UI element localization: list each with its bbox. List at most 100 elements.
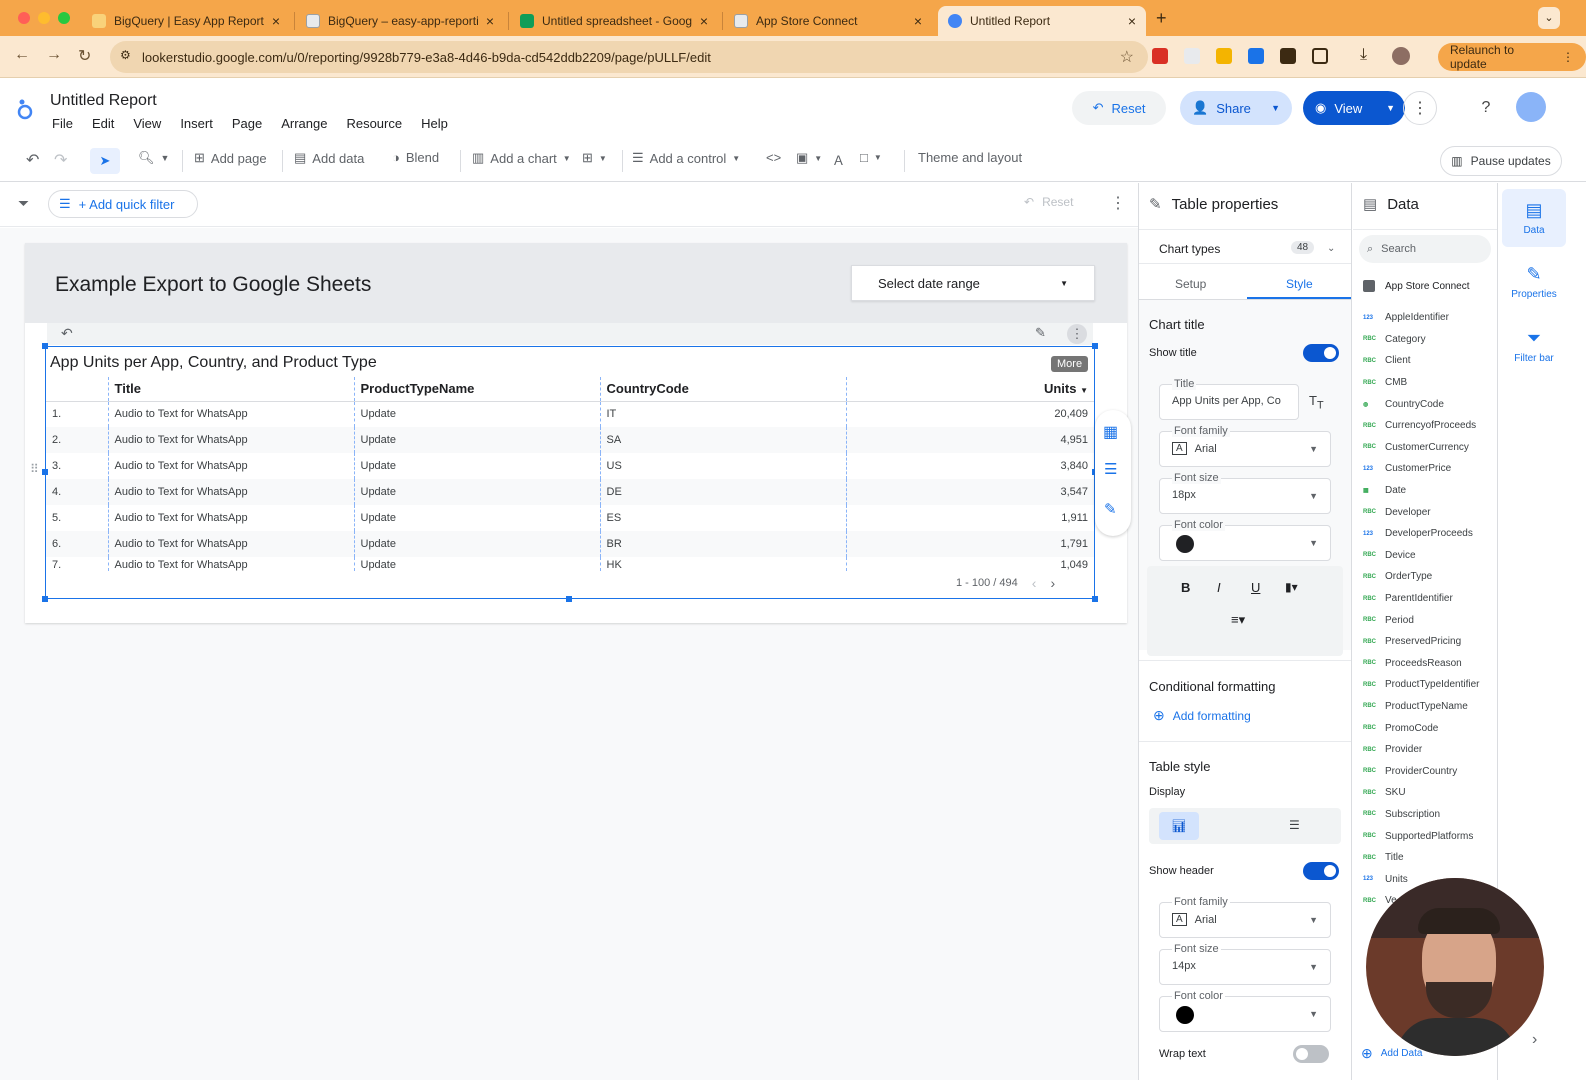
resize-handle[interactable] [1092, 343, 1098, 349]
more-options-button[interactable]: ⋮ [1403, 91, 1437, 125]
browser-tab[interactable]: BigQuery | Easy App Reports × [82, 6, 290, 36]
tab-search-button[interactable]: ⌄ [1538, 7, 1560, 29]
new-tab-button[interactable]: + [1156, 8, 1167, 29]
pause-updates-button[interactable]: ▥ Pause updates [1440, 146, 1562, 176]
browser-tab[interactable]: Untitled spreadsheet - Goog × [510, 6, 718, 36]
filter-icon[interactable]: ⏷ [18, 195, 29, 212]
view-dropdown-icon[interactable]: ▼ [1386, 103, 1395, 113]
account-avatar[interactable] [1516, 92, 1546, 122]
image-button[interactable]: ▣ ▼ [796, 150, 822, 166]
style-brush-icon[interactable]: ✎ [1104, 500, 1117, 518]
zoom-button[interactable]: 🔍︎ ▼ [138, 150, 169, 166]
field-item[interactable]: 123 AppleIdentifier [1363, 307, 1493, 329]
menu-edit[interactable]: Edit [92, 116, 114, 131]
show-header-toggle[interactable] [1303, 862, 1339, 880]
font-size-select[interactable]: Font size 18px ▼ [1159, 472, 1331, 514]
extension-icon[interactable] [1248, 48, 1264, 64]
page-title[interactable]: Example Export to Google Sheets [55, 273, 371, 297]
back-arrow-icon[interactable]: ← [14, 46, 30, 64]
extensions-puzzle-icon[interactable] [1312, 48, 1328, 64]
field-item[interactable]: RBC Category [1363, 329, 1493, 351]
bold-icon[interactable]: B [1181, 580, 1190, 595]
resize-handle[interactable] [566, 596, 572, 602]
rail-filter-bar-button[interactable]: ⏷ Filter bar [1502, 317, 1566, 375]
add-formatting-button[interactable]: ⊕ Add formatting [1153, 707, 1251, 724]
field-item[interactable]: RBC CustomerCurrency [1363, 437, 1493, 459]
field-item[interactable]: 123 CustomerPrice [1363, 458, 1493, 480]
browser-tab[interactable]: App Store Connect × [724, 6, 932, 36]
font-family-select[interactable]: Font family A Arial ▼ [1159, 425, 1331, 467]
field-item[interactable]: RBC PreservedPricing [1363, 631, 1493, 653]
close-window-button[interactable] [18, 12, 30, 24]
column-header-countrycode[interactable]: CountryCode [600, 377, 847, 402]
column-header-units[interactable]: Units ▼ [846, 377, 1094, 402]
add-chart-icon[interactable]: ▦ [1103, 422, 1118, 442]
field-item[interactable]: RBC SKU [1363, 782, 1493, 804]
field-search-input[interactable]: ⌕ Search [1359, 235, 1491, 263]
field-item[interactable]: RBC Developer [1363, 501, 1493, 523]
field-item[interactable]: RBC PromoCode [1363, 717, 1493, 739]
minimize-window-button[interactable] [38, 12, 50, 24]
zoom-window-button[interactable] [58, 12, 70, 24]
field-item[interactable]: RBC Subscription [1363, 804, 1493, 826]
heatmap-mode-icon[interactable]: ☰ [1289, 818, 1300, 832]
extension-icon[interactable] [1184, 48, 1200, 64]
field-item[interactable]: RBC Period [1363, 609, 1493, 631]
chart-types-label[interactable]: Chart types [1159, 242, 1220, 256]
close-icon[interactable]: × [272, 13, 280, 29]
extension-icon[interactable] [1280, 48, 1296, 64]
field-item[interactable]: RBC ProductTypeIdentifier [1363, 674, 1493, 696]
show-title-toggle[interactable] [1303, 344, 1339, 362]
menu-arrange[interactable]: Arrange [281, 116, 327, 131]
bookmark-star-icon[interactable]: ☆ [1120, 47, 1134, 67]
menu-page[interactable]: Page [232, 116, 262, 131]
theme-layout-button[interactable]: Theme and layout [918, 150, 1022, 165]
header-font-color-select[interactable]: Font color ▼ [1159, 990, 1331, 1032]
extension-icon[interactable] [1216, 48, 1232, 64]
field-item[interactable]: RBC CurrencyofProceeds [1363, 415, 1493, 437]
close-icon[interactable]: × [1128, 13, 1136, 29]
close-icon[interactable]: × [700, 13, 708, 29]
italic-icon[interactable]: I [1217, 580, 1221, 595]
embed-code-icon[interactable]: <> [766, 150, 781, 165]
tab-setup[interactable]: Setup [1175, 277, 1206, 291]
header-font-size-select[interactable]: Font size 14px ▼ [1159, 943, 1331, 985]
chevron-right-icon[interactable]: › [1532, 1031, 1537, 1049]
edit-pencil-icon[interactable]: ✎ [1035, 325, 1046, 341]
community-viz-button[interactable]: ⊞ ▼ [582, 150, 607, 166]
field-item[interactable]: RBC Title [1363, 847, 1493, 869]
rail-properties-button[interactable]: ✎ Properties [1502, 253, 1566, 311]
add-chart-button[interactable]: ▥ Add a chart ▼ [472, 150, 571, 166]
menu-file[interactable]: File [52, 116, 73, 131]
add-control-button[interactable]: ☰ Add a control ▼ [632, 150, 740, 166]
reload-icon[interactable]: ↻ [78, 46, 91, 66]
next-page-icon[interactable]: › [1050, 575, 1055, 591]
date-range-control[interactable]: Select date range ▼ [851, 265, 1095, 301]
text-box-icon[interactable]: Ａ [832, 150, 845, 169]
view-button[interactable]: ◉ View ▼ [1303, 91, 1405, 125]
field-item[interactable]: RBC Provider [1363, 739, 1493, 761]
underline-icon[interactable]: U [1251, 580, 1260, 595]
relaunch-button[interactable]: Relaunch to update ⋮ [1438, 43, 1586, 71]
add-data-button[interactable]: ▤ Add data [294, 150, 364, 166]
bar-chart-mode-icon[interactable]: 📊︎ [1159, 812, 1199, 840]
align-icon[interactable]: ≡▾ [1231, 612, 1245, 628]
select-pointer-icon[interactable]: ➤ [90, 148, 120, 174]
profile-avatar[interactable] [1392, 47, 1410, 65]
field-item[interactable]: RBC SupportedPlatforms [1363, 825, 1493, 847]
browser-tab[interactable]: BigQuery – easy-app-reporti × [296, 6, 504, 36]
header-font-family-select[interactable]: Font family A Arial ▼ [1159, 896, 1331, 938]
undo-icon[interactable]: ↶ [61, 325, 73, 342]
url-input[interactable]: ⚙ lookerstudio.google.com/u/0/reporting/… [110, 41, 1148, 73]
fill-color-icon[interactable]: ▮▾ [1285, 580, 1298, 594]
field-item[interactable]: RBC ProviderCountry [1363, 760, 1493, 782]
menu-resource[interactable]: Resource [346, 116, 402, 131]
blend-button[interactable]: ◑ Blend [392, 150, 439, 165]
kebab-menu-icon[interactable]: ⋮ [1110, 193, 1126, 213]
add-control-icon[interactable]: ☰ [1104, 460, 1117, 478]
shape-button[interactable]: □ ▼ [860, 150, 882, 165]
resize-handle[interactable] [1092, 596, 1098, 602]
forward-arrow-icon[interactable]: → [46, 46, 62, 64]
field-item[interactable]: RBC ParentIdentifier [1363, 588, 1493, 610]
menu-insert[interactable]: Insert [180, 116, 213, 131]
